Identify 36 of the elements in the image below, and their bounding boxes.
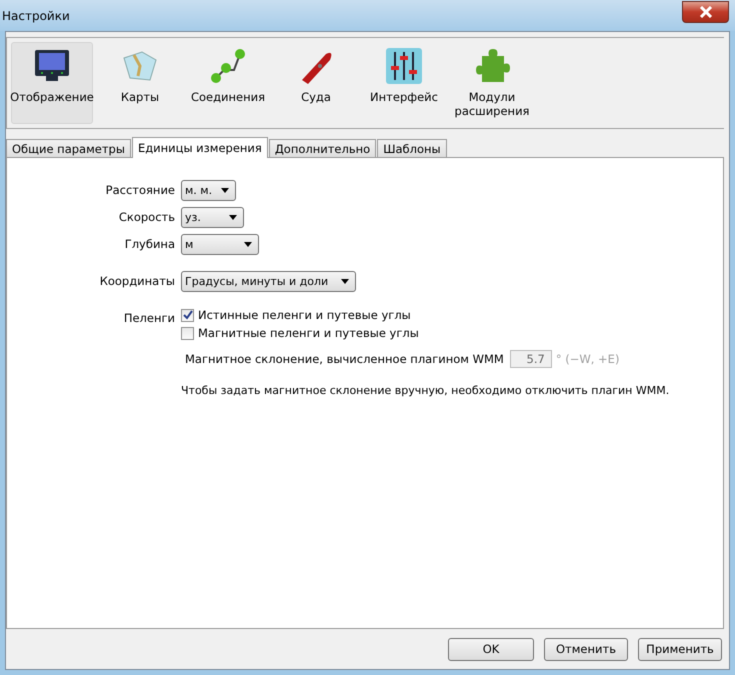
- unit-dropdown[interactable]: м. м.: [181, 180, 236, 201]
- bearing-checkbox[interactable]: Истинные пеленги и путевые углы: [181, 308, 419, 322]
- category-button[interactable]: Карты: [99, 42, 181, 124]
- category-button[interactable]: Модули расширения: [451, 42, 533, 124]
- hint-text: Чтобы задать магнитное склонение вручную, необходимо отключить плагин WMM.: [181, 384, 670, 397]
- field-label: Скорость: [118, 209, 175, 224]
- field-label: Расстояние: [106, 182, 175, 197]
- tab[interactable]: Дополнительно: [268, 139, 376, 157]
- dialog-button[interactable]: OK: [448, 638, 534, 660]
- category-button[interactable]: Соединения: [187, 42, 269, 124]
- unit-hint: ° (−W, +E): [556, 352, 620, 366]
- sliders-icon: [383, 46, 425, 86]
- field-label: Координаты: [100, 273, 175, 288]
- caret-icon: [341, 279, 349, 284]
- bearing-checkbox[interactable]: Магнитные пеленги и путевые углы: [181, 326, 419, 340]
- check-icon: [182, 310, 192, 320]
- category-button[interactable]: Отображение: [11, 42, 93, 124]
- category-button[interactable]: Суда: [275, 42, 357, 124]
- tab[interactable]: Единицы измерения: [132, 137, 268, 158]
- caret-icon: [221, 188, 229, 193]
- dialog-button[interactable]: Отменить: [544, 638, 628, 660]
- window-title: Настройки: [2, 8, 70, 22]
- declination-label: Магнитное склонение, вычисленное плагином WMM: [185, 352, 504, 366]
- unit-dropdown[interactable]: м: [181, 234, 259, 255]
- field-label: Глубина: [124, 236, 175, 251]
- close-button[interactable]: [682, 0, 729, 22]
- caret-icon: [244, 242, 252, 247]
- tab[interactable]: Общие параметры: [6, 139, 131, 157]
- caret-icon: [229, 215, 237, 220]
- coordinates-dropdown[interactable]: Градусы, минуты и доли: [181, 271, 356, 292]
- category-button[interactable]: Интерфейс: [363, 42, 445, 124]
- close-icon: [698, 6, 712, 18]
- dialog-button[interactable]: Применить: [638, 638, 722, 660]
- tab[interactable]: Шаблоны: [377, 139, 447, 157]
- field-label: Пеленги: [124, 310, 175, 325]
- unit-dropdown[interactable]: уз.: [181, 207, 244, 228]
